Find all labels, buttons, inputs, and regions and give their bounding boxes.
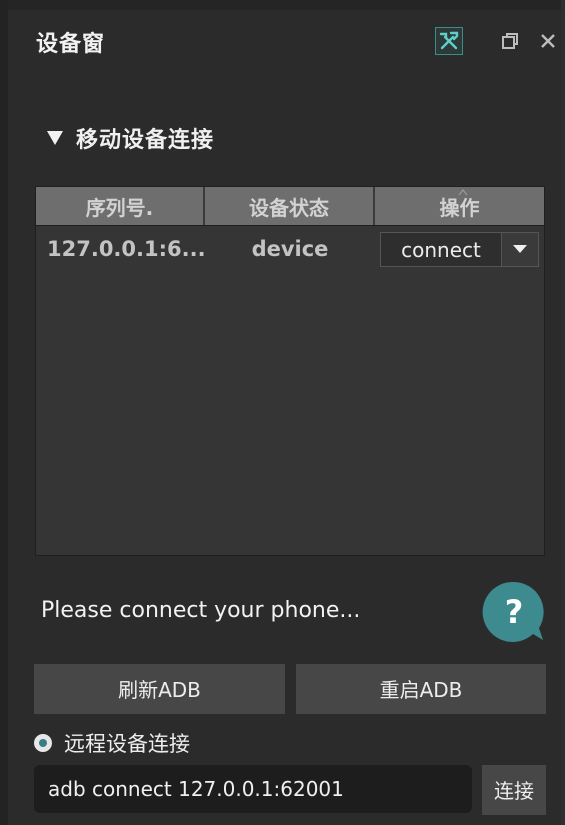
action-cell: connect — [375, 231, 544, 267]
window-right-frame — [561, 0, 565, 825]
remote-connect-option[interactable]: 远程设备连接 — [34, 728, 190, 758]
restore-button[interactable] — [498, 27, 522, 55]
restore-icon — [502, 33, 518, 49]
refresh-adb-button[interactable]: 刷新ADB — [34, 664, 285, 714]
mobile-device-section-toggle[interactable]: 移动设备连接 — [46, 122, 214, 154]
close-icon — [541, 34, 555, 48]
section-title: 移动设备连接 — [76, 128, 215, 153]
remote-connect-label: 远程设备连接 — [64, 732, 190, 756]
close-button[interactable] — [536, 27, 560, 55]
chevron-down-icon — [513, 245, 527, 253]
adb-command-input[interactable] — [34, 765, 472, 813]
connect-button[interactable]: 连接 — [482, 765, 546, 815]
sort-caret-icon — [458, 189, 468, 196]
device-status: device — [251, 237, 329, 261]
table-row[interactable]: 127.0.0.1:6... device connect — [36, 226, 544, 272]
column-header-serial[interactable]: 序列号. — [36, 187, 205, 225]
window-title: 设备窗 — [36, 32, 106, 57]
collapse-triangle-icon — [47, 131, 63, 145]
window-left-frame — [0, 0, 8, 825]
help-icon: ? — [482, 581, 544, 642]
action-dropdown-value: connect — [381, 232, 502, 266]
device-table: 序列号. 设备状态 操作 127.0.0.1:6... device conne… — [35, 186, 545, 556]
action-dropdown[interactable]: connect — [380, 231, 539, 267]
help-symbol: ? — [505, 593, 524, 631]
dropdown-arrow-button[interactable] — [502, 232, 538, 266]
device-serial: 127.0.0.1:6... — [47, 237, 205, 261]
help-button[interactable]: ? — [481, 580, 545, 644]
tools-button[interactable] — [435, 27, 463, 55]
window-top-frame — [0, 0, 565, 10]
remote-connect-radio[interactable] — [34, 734, 52, 752]
tools-icon — [439, 31, 459, 50]
restart-adb-button[interactable]: 重启ADB — [296, 664, 546, 714]
column-header-status[interactable]: 设备状态 — [205, 187, 375, 225]
status-message: Please connect your phone... — [41, 598, 361, 623]
